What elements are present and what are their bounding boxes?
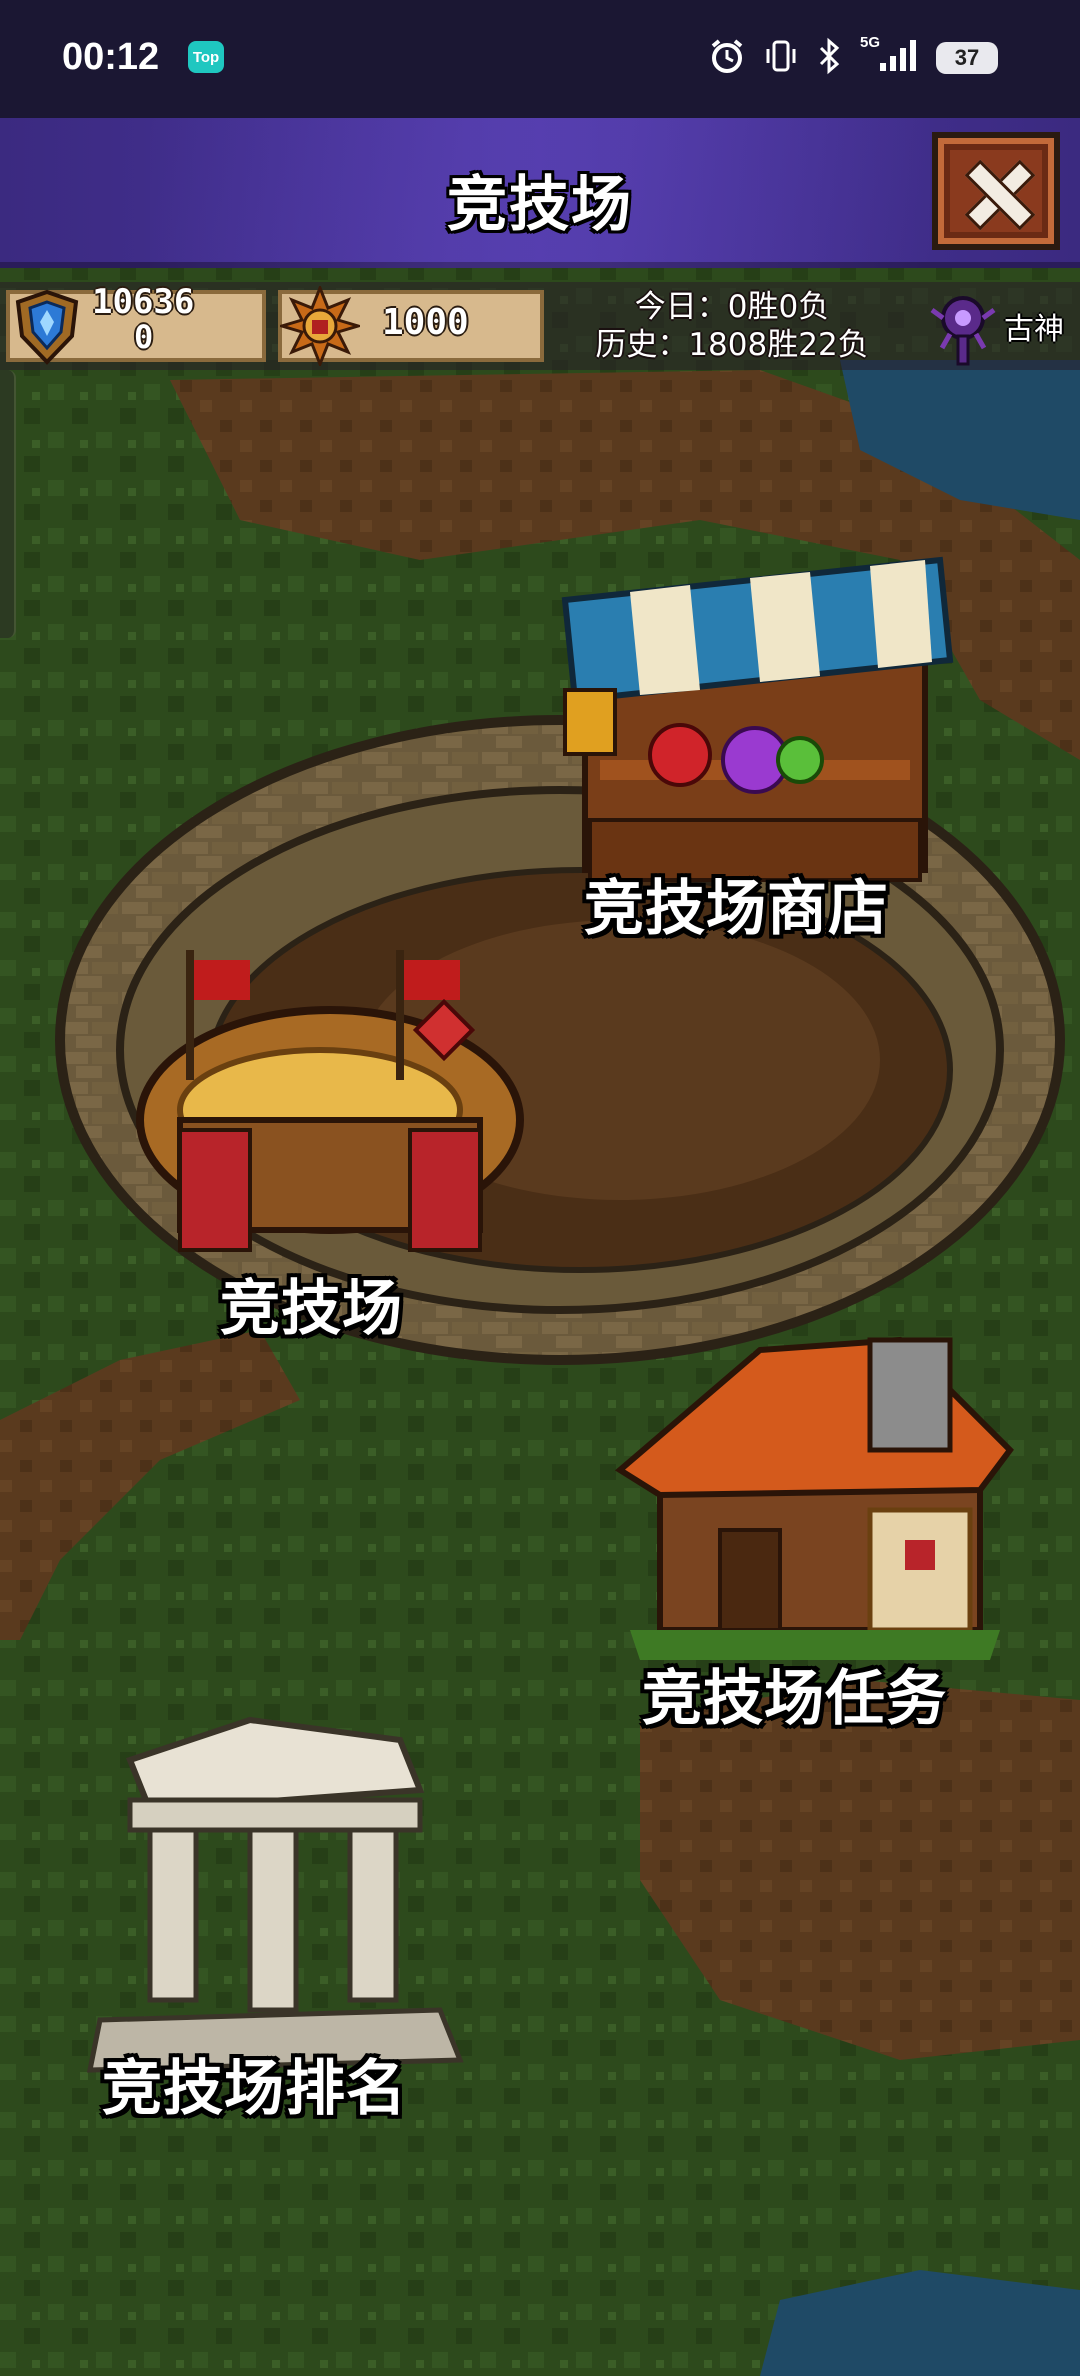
page-title: 竞技场: [447, 170, 633, 240]
battle-record: 今日：0胜0负 历史：1808胜22负: [582, 288, 882, 364]
arena-shop-label: 竞技场商店: [584, 874, 889, 944]
arena-ranking-label: 竞技场排名: [102, 2054, 407, 2124]
vibrate-icon: [764, 36, 798, 76]
arena-label: 竞技场: [220, 1274, 403, 1344]
arena-location[interactable]: 竞技场: [140, 930, 520, 1350]
title-bar: 竞技场: [0, 118, 1080, 268]
app-notification-icon: Top: [188, 41, 224, 73]
arena-quest-location[interactable]: 竞技场任务: [620, 1330, 1020, 1750]
shield-resource-value: 10636: [92, 282, 195, 322]
shield-icon: [15, 289, 79, 365]
signal-icon: [866, 36, 920, 76]
clock: 00:12: [62, 36, 160, 78]
alarm-icon: [706, 36, 748, 76]
sun-emblem-icon: [280, 286, 360, 366]
game-screen: 00:12 Top 5G 37 竞技场 10636 0 1000 今日：0胜0负…: [0, 0, 1080, 2376]
today-record: 今日：0胜0负: [634, 289, 830, 325]
status-bar: 00:12 Top 5G 37: [0, 0, 1080, 118]
arena-shop-location[interactable]: 竞技场商店: [560, 540, 960, 944]
sun-resource-value: 1000: [382, 302, 469, 343]
resource-bar: 10636 0 1000 今日：0胜0负 历史：1808胜22负 古神: [0, 282, 1080, 370]
eldritch-god-icon[interactable]: [930, 288, 996, 366]
god-label[interactable]: 古神: [1004, 304, 1064, 348]
shield-resource-subvalue: 0: [134, 318, 154, 356]
side-drawer-handle[interactable]: [0, 370, 16, 638]
history-record: 历史：1808胜22负: [595, 327, 869, 363]
close-icon: [965, 160, 1027, 222]
battery-icon: 37: [936, 42, 998, 74]
arena-quest-label: 竞技场任务: [642, 1664, 947, 1734]
bluetooth-icon: [816, 36, 842, 76]
arena-ranking-location[interactable]: 竞技场排名: [90, 1710, 470, 2130]
close-button[interactable]: [932, 132, 1060, 250]
